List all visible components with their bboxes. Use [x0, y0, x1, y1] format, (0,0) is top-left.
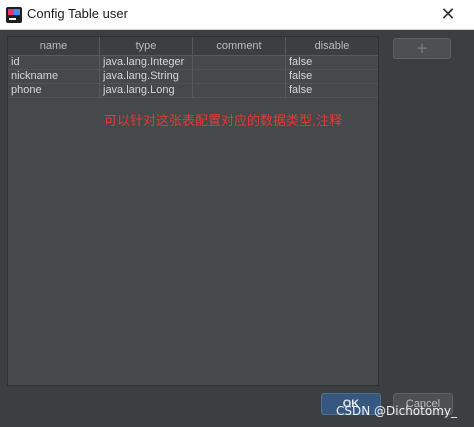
cell-type[interactable]: java.lang.Integer — [100, 56, 193, 70]
cell-comment[interactable] — [193, 70, 286, 84]
table-row[interactable]: id java.lang.Integer false — [8, 56, 378, 70]
table-body: id java.lang.Integer false nickname java… — [8, 56, 378, 98]
add-row-button[interactable]: + — [393, 38, 451, 59]
table-row[interactable]: nickname java.lang.String false — [8, 70, 378, 84]
dialog-footer: OK Cancel CSDN @Dichotomy_ — [0, 390, 474, 427]
cell-disable[interactable]: false — [286, 84, 378, 98]
cell-name[interactable]: id — [8, 56, 100, 70]
config-table: name type comment disable id java.lang.I… — [7, 36, 379, 386]
column-header-disable[interactable]: disable — [286, 37, 378, 56]
cell-name[interactable]: nickname — [8, 70, 100, 84]
table-header: name type comment disable — [8, 37, 378, 56]
cell-comment[interactable] — [193, 84, 286, 98]
column-header-name[interactable]: name — [8, 37, 100, 56]
cell-comment[interactable] — [193, 56, 286, 70]
csdn-watermark: CSDN @Dichotomy_ — [336, 404, 457, 418]
table-row[interactable]: phone java.lang.Long false — [8, 84, 378, 98]
cell-disable[interactable]: false — [286, 56, 378, 70]
column-header-type[interactable]: type — [100, 37, 193, 56]
cell-type[interactable]: java.lang.Long — [100, 84, 193, 98]
red-annotation-text: 可以针对这张表配置对应的数据类型,注释 — [104, 114, 343, 129]
column-header-comment[interactable]: comment — [193, 37, 286, 56]
window-title: Config Table user — [27, 6, 128, 21]
cell-name[interactable]: phone — [8, 84, 100, 98]
config-table-dialog: Config Table user ✕ name type comment di… — [0, 0, 474, 427]
cell-type[interactable]: java.lang.String — [100, 70, 193, 84]
close-icon[interactable]: ✕ — [437, 4, 459, 26]
cell-disable[interactable]: false — [286, 70, 378, 84]
title-bar: Config Table user ✕ — [0, 0, 474, 30]
intellij-app-icon — [6, 7, 22, 23]
